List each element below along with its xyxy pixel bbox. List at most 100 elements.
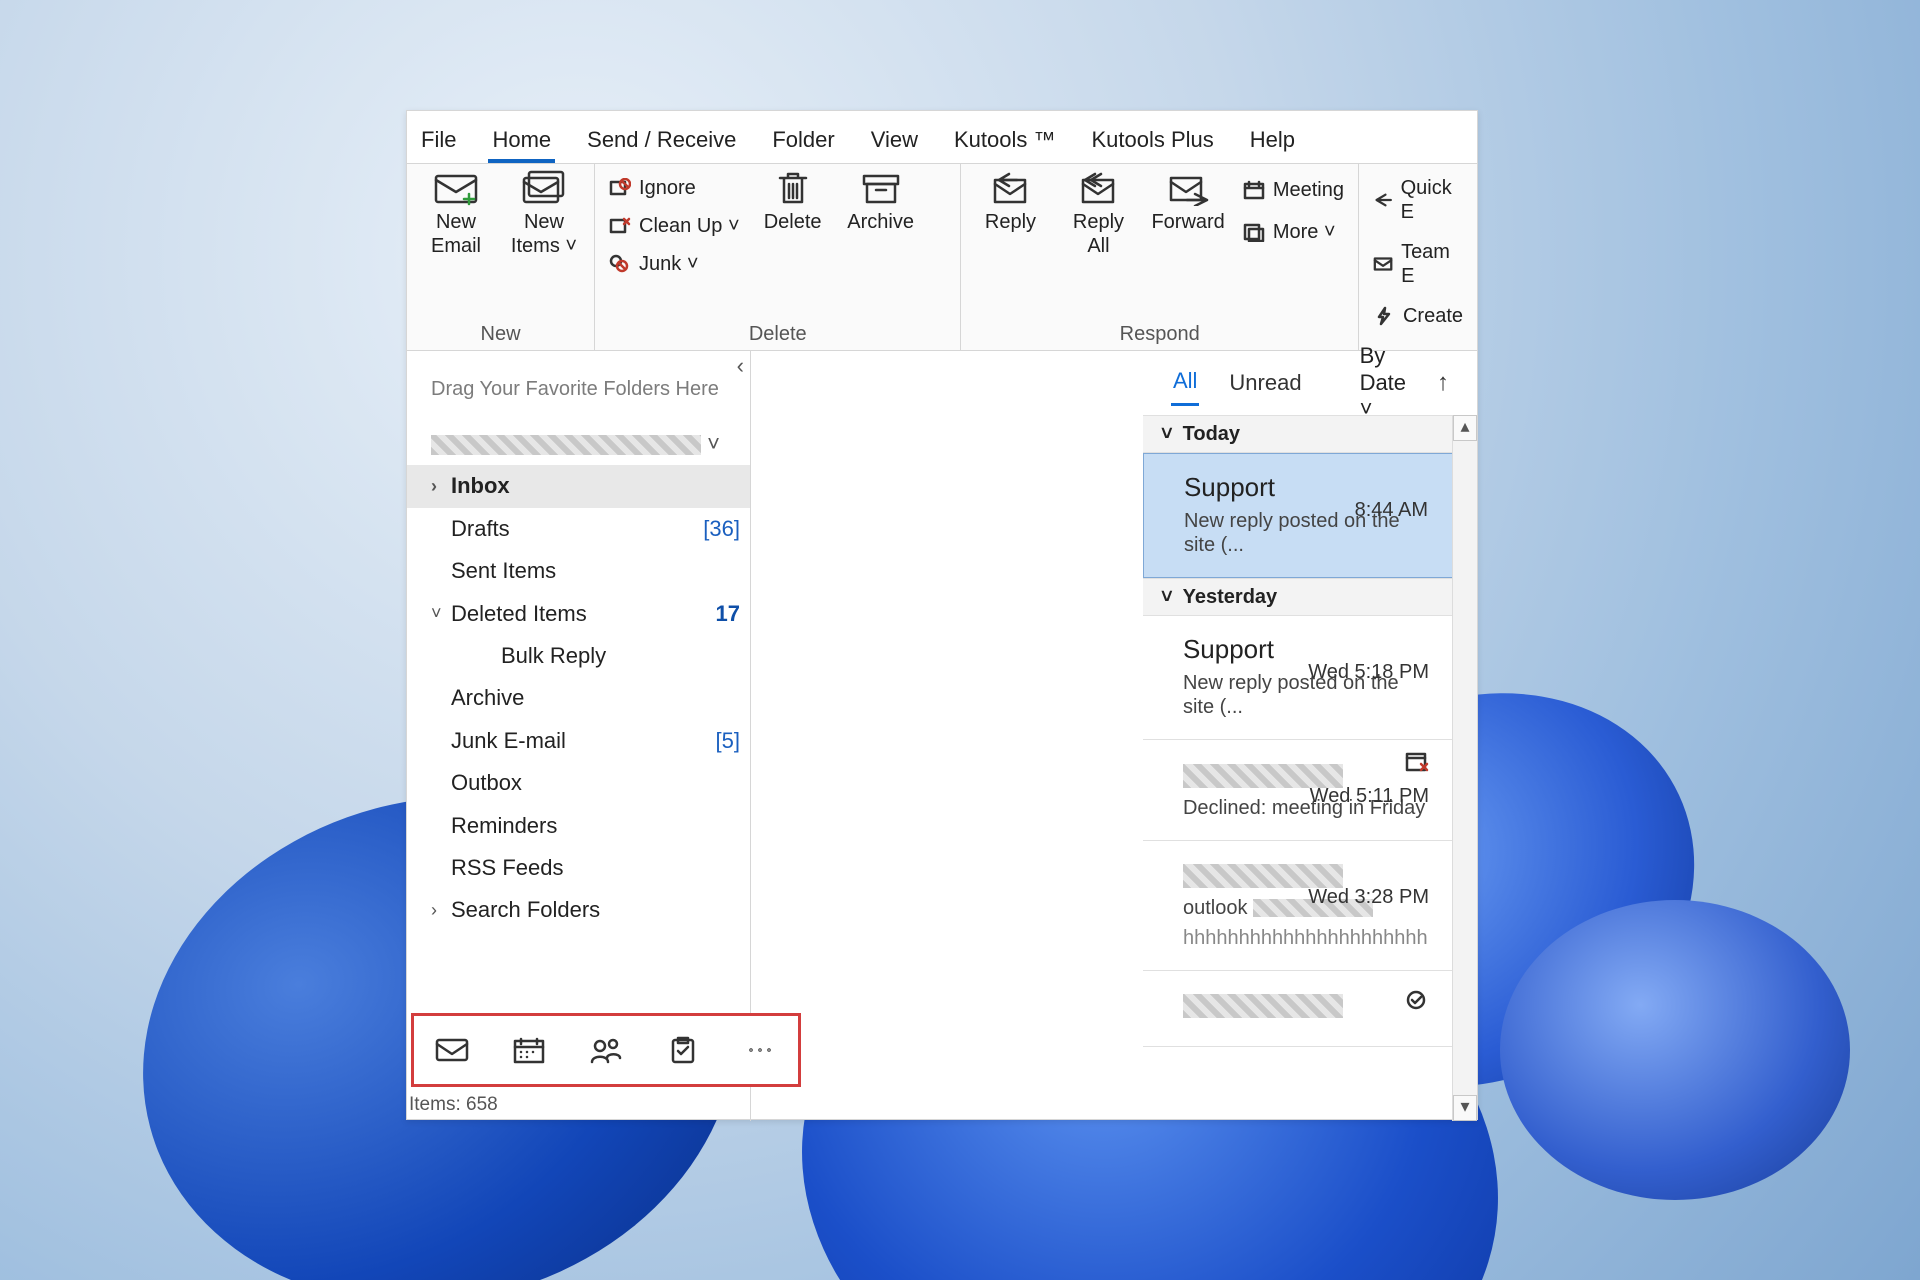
calendar-declined-icon — [1405, 750, 1429, 778]
folder-label: Deleted Items — [451, 601, 587, 627]
meeting-icon — [1243, 180, 1265, 200]
message-time: Wed 5:18 PM — [1308, 660, 1429, 684]
filter-unread[interactable]: Unread — [1227, 362, 1303, 404]
create-new-button[interactable]: Create — [1373, 302, 1463, 330]
ignore-button[interactable]: Ignore — [609, 174, 740, 202]
team-label: Team E — [1401, 240, 1463, 288]
folder-label: Bulk Reply — [501, 643, 606, 669]
message-item[interactable]: Declined: meeting in FridayWed 5:11 PM — [1143, 740, 1453, 840]
scroll-down-icon[interactable]: ▾ — [1453, 1095, 1477, 1121]
team-email-button[interactable]: Team E — [1373, 238, 1463, 290]
people-nav-icon[interactable] — [589, 1036, 623, 1064]
tab-folder[interactable]: Folder — [768, 117, 838, 163]
message-time: 8:44 AM — [1355, 498, 1428, 522]
tab-send-receive[interactable]: Send / Receive — [583, 117, 740, 163]
message-item[interactable]: SupportNew reply posted on the site (...… — [1143, 453, 1453, 578]
more-icon — [1243, 222, 1265, 242]
archive-button[interactable]: Archive — [846, 170, 916, 234]
cleanup-label: Clean Up ˅ — [639, 214, 740, 238]
tab-file[interactable]: File — [417, 117, 460, 163]
sort-by-date[interactable]: By Date ˅ — [1360, 343, 1409, 422]
chevron-down-icon: ˅ — [1161, 422, 1173, 446]
scroll-up-icon[interactable]: ▴ — [1453, 415, 1477, 441]
scrollbar[interactable]: ▴ ▾ — [1452, 415, 1477, 1121]
forward-button[interactable]: Forward — [1151, 170, 1224, 234]
message-item[interactable]: outlook hhhhhhhhhhhhhhhhhhhhhhWed 3:28 P… — [1143, 841, 1453, 971]
sort-direction-icon[interactable]: ↑ — [1437, 369, 1449, 398]
reply-button[interactable]: Reply — [975, 170, 1045, 234]
group-label: Yesterday — [1183, 585, 1278, 609]
ignore-label: Ignore — [639, 176, 696, 200]
more-label: More ˅ — [1273, 220, 1336, 244]
tab-kutools-plus[interactable]: Kutools Plus — [1088, 117, 1218, 163]
folder-label: Reminders — [451, 813, 557, 839]
quick-steps-button[interactable]: Quick E — [1373, 174, 1463, 226]
archive-label: Archive — [847, 210, 914, 234]
folder-sent-items[interactable]: Sent Items — [407, 550, 750, 592]
expand-icon[interactable]: › — [431, 900, 447, 922]
new-items-button[interactable]: New Items ˅ — [509, 170, 579, 258]
folder-search-folders[interactable]: ›Search Folders — [407, 889, 750, 931]
favorites-hint: Drag Your Favorite Folders Here — [407, 351, 750, 423]
folder-drafts[interactable]: Drafts[36] — [407, 508, 750, 550]
group-label-delete: Delete — [609, 318, 946, 346]
folder-label: Drafts — [451, 516, 510, 542]
collapse-nav-icon[interactable]: ‹ — [737, 353, 744, 379]
new-email-button[interactable]: New Email — [421, 170, 491, 258]
reply-all-label: Reply All — [1073, 210, 1124, 258]
meeting-label: Meeting — [1273, 178, 1344, 202]
junk-button[interactable]: Junk ˅ — [609, 250, 740, 278]
folder-inbox[interactable]: ›Inbox — [407, 465, 750, 507]
tab-help[interactable]: Help — [1246, 117, 1299, 163]
tab-view[interactable]: View — [867, 117, 922, 163]
cleanup-button[interactable]: Clean Up ˅ — [609, 212, 740, 240]
tab-home[interactable]: Home — [488, 117, 555, 163]
tasks-nav-icon[interactable] — [666, 1036, 700, 1064]
folder-label: Search Folders — [451, 897, 600, 923]
meeting-button[interactable]: Meeting — [1243, 176, 1344, 204]
folder-label: Archive — [451, 685, 524, 711]
tab-kutools[interactable]: Kutools ™ — [950, 117, 1060, 163]
delete-button[interactable]: Delete — [758, 170, 828, 234]
folder-reminders[interactable]: Reminders — [407, 805, 750, 847]
reply-label: Reply — [985, 210, 1036, 234]
folder-label: RSS Feeds — [451, 855, 564, 881]
group-header[interactable]: ˅ Yesterday — [1143, 578, 1453, 616]
expand-icon[interactable]: ˅ — [431, 603, 447, 625]
reply-icon — [987, 170, 1033, 206]
folder-outbox[interactable]: Outbox — [407, 762, 750, 804]
message-list: All Unread By Date ˅ ↑ ˅TodaySupportNew … — [1143, 351, 1477, 1121]
forward-icon — [1165, 170, 1211, 206]
lightning-icon — [1373, 306, 1395, 326]
account-header[interactable]: ˅ — [407, 423, 750, 465]
ignore-icon — [609, 178, 631, 198]
folder-archive[interactable]: Archive — [407, 677, 750, 719]
expand-icon[interactable]: › — [431, 476, 447, 498]
more-nav-icon[interactable] — [743, 1036, 777, 1064]
folder-deleted-items[interactable]: ˅Deleted Items17 — [407, 593, 750, 635]
chevron-down-icon: ˅ — [1161, 585, 1173, 609]
envelope-icon — [1373, 254, 1393, 274]
folder-bulk-reply[interactable]: Bulk Reply — [407, 635, 750, 677]
archive-icon — [858, 170, 904, 206]
new-email-label: New Email — [431, 210, 481, 258]
message-item[interactable]: SupportNew reply posted on the site (...… — [1143, 616, 1453, 740]
list-filter-bar: All Unread By Date ˅ ↑ — [1143, 351, 1477, 415]
new-items-label: New Items ˅ — [511, 210, 577, 258]
folder-rss-feeds[interactable]: RSS Feeds — [407, 847, 750, 889]
folder-count: [5] — [715, 728, 739, 754]
more-button[interactable]: More ˅ — [1243, 218, 1344, 246]
trash-icon — [770, 170, 816, 206]
message-item[interactable] — [1143, 971, 1453, 1047]
mail-nav-icon[interactable] — [435, 1036, 469, 1064]
message-time: Wed 5:11 PM — [1310, 784, 1429, 808]
calendar-nav-icon[interactable] — [512, 1036, 546, 1064]
outlook-window: File Home Send / Receive Folder View Kut… — [406, 110, 1478, 1120]
folder-junk-e-mail[interactable]: Junk E-mail[5] — [407, 720, 750, 762]
folder-label: Outbox — [451, 770, 522, 796]
ribbon-tabs: File Home Send / Receive Folder View Kut… — [407, 111, 1477, 164]
reply-all-button[interactable]: Reply All — [1063, 170, 1133, 258]
status-bar: Items: 658 — [409, 1094, 498, 1117]
filter-all[interactable]: All — [1171, 360, 1199, 405]
tracking-icon — [1405, 989, 1429, 1017]
